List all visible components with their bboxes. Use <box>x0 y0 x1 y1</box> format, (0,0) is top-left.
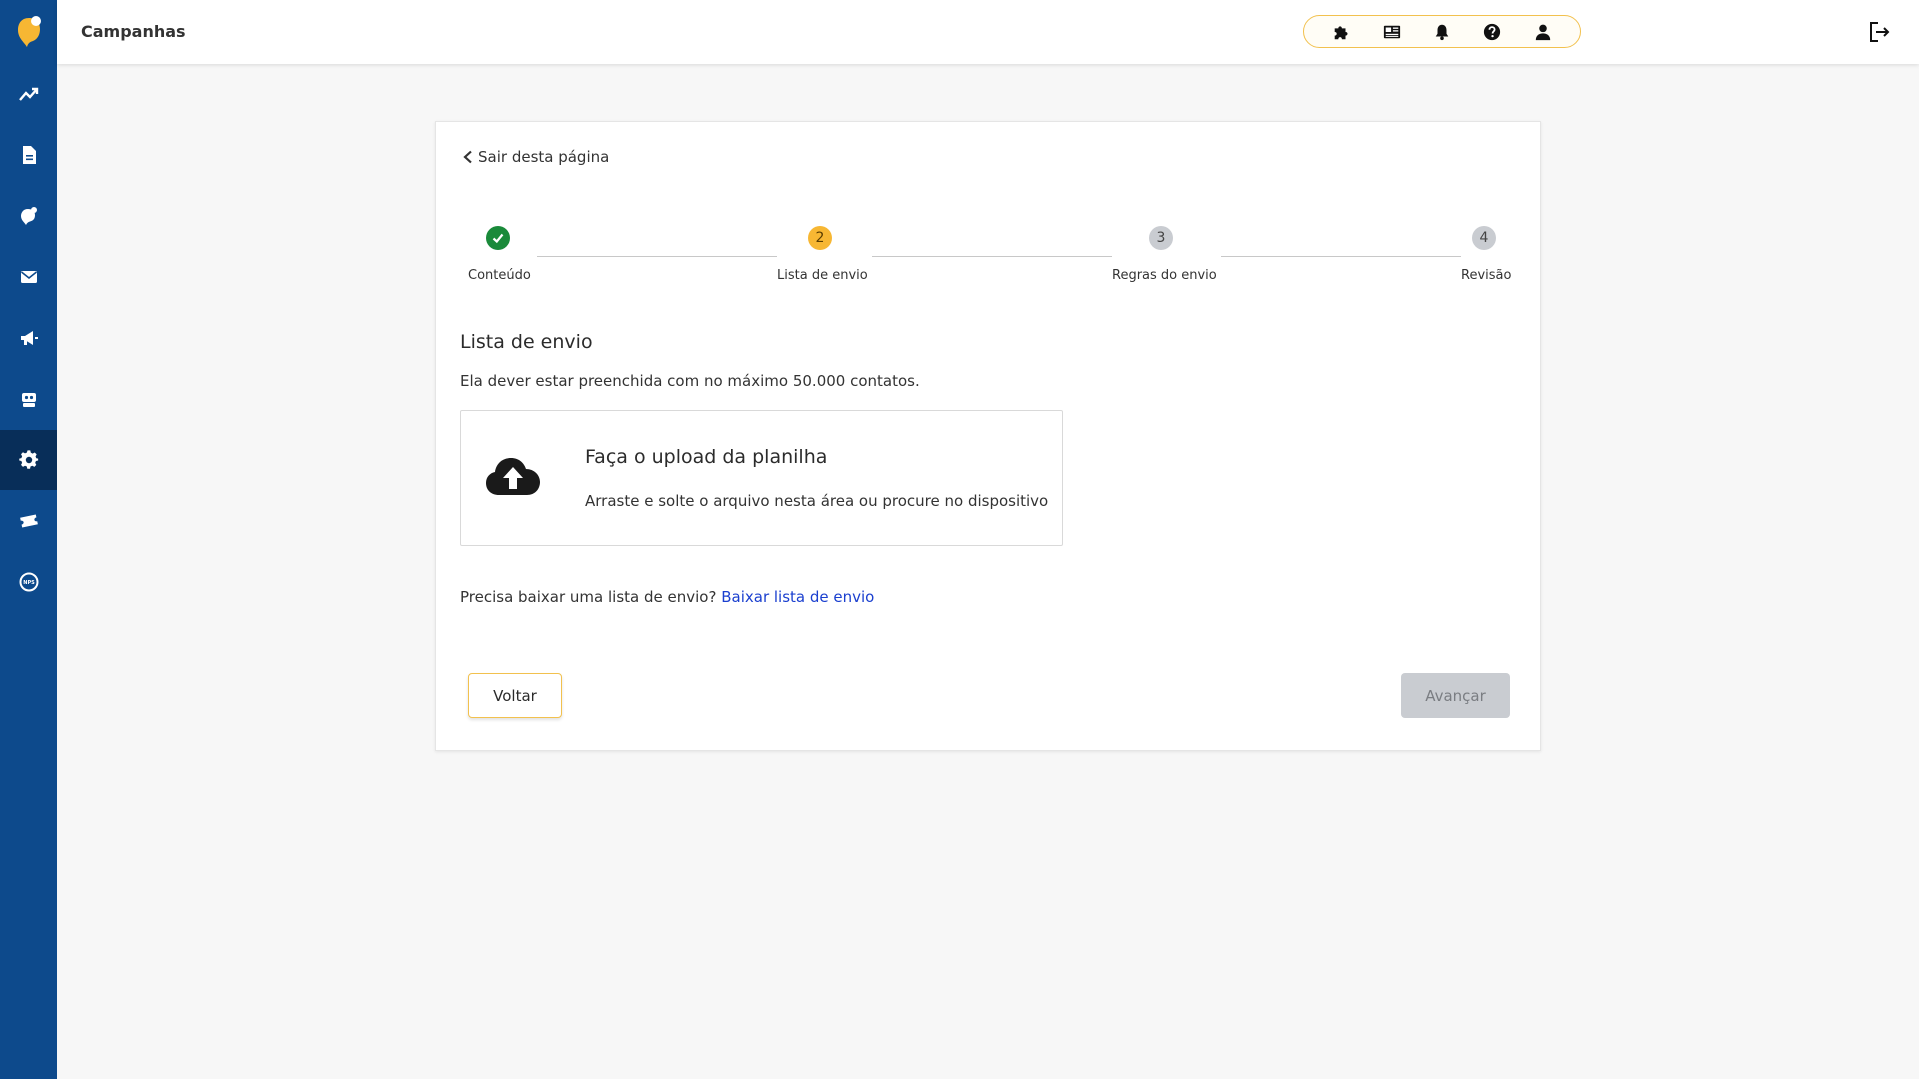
news-button[interactable] <box>1381 21 1403 43</box>
step-3-indicator: 3 <box>1149 226 1173 250</box>
sidebar-item-nps[interactable]: NPS <box>0 552 57 612</box>
exit-page-label: Sair desta página <box>478 148 610 166</box>
step-connector <box>872 256 1112 257</box>
step-2-label: Lista de envio <box>777 268 868 283</box>
page-title: Campanhas <box>81 22 186 41</box>
bell-icon <box>1435 24 1449 40</box>
back-button[interactable]: Voltar <box>468 673 562 718</box>
sidebar-item-chat[interactable] <box>0 186 57 246</box>
user-icon <box>1535 24 1550 40</box>
robot-icon <box>21 393 36 407</box>
sidebar-item-dashboard[interactable] <box>0 64 57 124</box>
integrations-button[interactable] <box>1330 21 1352 43</box>
chat-bubble-icon <box>20 207 37 225</box>
sidebar-item-campaigns[interactable] <box>0 308 57 368</box>
step-connector <box>537 256 777 257</box>
next-button[interactable]: Avançar <box>1401 673 1510 718</box>
section-title: Lista de envio <box>460 331 593 353</box>
notifications-button[interactable] <box>1431 21 1453 43</box>
sidebar-item-bots[interactable] <box>0 369 57 429</box>
upload-title: Faça o upload da planilha <box>585 446 828 468</box>
document-icon <box>22 146 36 164</box>
trend-chart-icon <box>18 87 38 101</box>
campaign-wizard-card: Sair desta página Conteúdo 2 Lista de en… <box>435 121 1541 751</box>
nps-icon-text: NPS <box>23 580 35 586</box>
download-list-row: Precisa baixar uma lista de envio? Baixa… <box>460 588 874 606</box>
upload-subtitle: Arraste e solte o arquivo nesta área ou … <box>585 492 1049 510</box>
step-2-indicator: 2 <box>808 226 832 250</box>
exit-page-link[interactable]: Sair desta página <box>462 148 609 166</box>
section-description: Ela dever estar preenchida com no máximo… <box>460 372 920 390</box>
nps-icon: NPS <box>19 572 38 592</box>
gear-icon <box>18 450 38 469</box>
megaphone-icon <box>20 331 38 345</box>
file-upload-dropzone[interactable]: Faça o upload da planilha Arraste e solt… <box>460 410 1063 546</box>
app-logo[interactable] <box>0 0 57 62</box>
header-icon-group <box>1303 15 1581 48</box>
sidebar-item-settings[interactable] <box>0 430 57 490</box>
step-1-label: Conteúdo <box>468 268 531 283</box>
mail-icon <box>20 271 37 283</box>
download-question: Precisa baixar uma lista de envio? <box>460 588 717 606</box>
step-connector <box>1221 256 1461 257</box>
help-button[interactable] <box>1481 21 1503 43</box>
download-list-link[interactable]: Baixar lista de envio <box>721 588 874 606</box>
top-header: Campanhas <box>57 0 1919 64</box>
puzzle-icon <box>1334 25 1348 39</box>
chevron-left-icon <box>463 150 472 164</box>
newspaper-icon <box>1383 25 1400 38</box>
step-4-label: Revisão <box>1461 268 1512 283</box>
step-4-indicator: 4 <box>1472 226 1496 250</box>
logout-icon[interactable] <box>1867 20 1891 44</box>
profile-button[interactable] <box>1532 21 1554 43</box>
step-3-label: Regras do envio <box>1112 268 1217 283</box>
sidebar-item-reports[interactable] <box>0 125 57 185</box>
logo-icon <box>17 16 41 47</box>
cloud-upload-icon <box>486 458 540 495</box>
question-icon <box>1484 23 1501 40</box>
ticket-icon <box>19 514 38 528</box>
step-1-indicator <box>486 226 510 250</box>
sidebar-item-tickets[interactable] <box>0 491 57 551</box>
sidebar: NPS <box>0 0 57 1079</box>
check-icon <box>492 233 504 244</box>
sidebar-item-email[interactable] <box>0 247 57 307</box>
